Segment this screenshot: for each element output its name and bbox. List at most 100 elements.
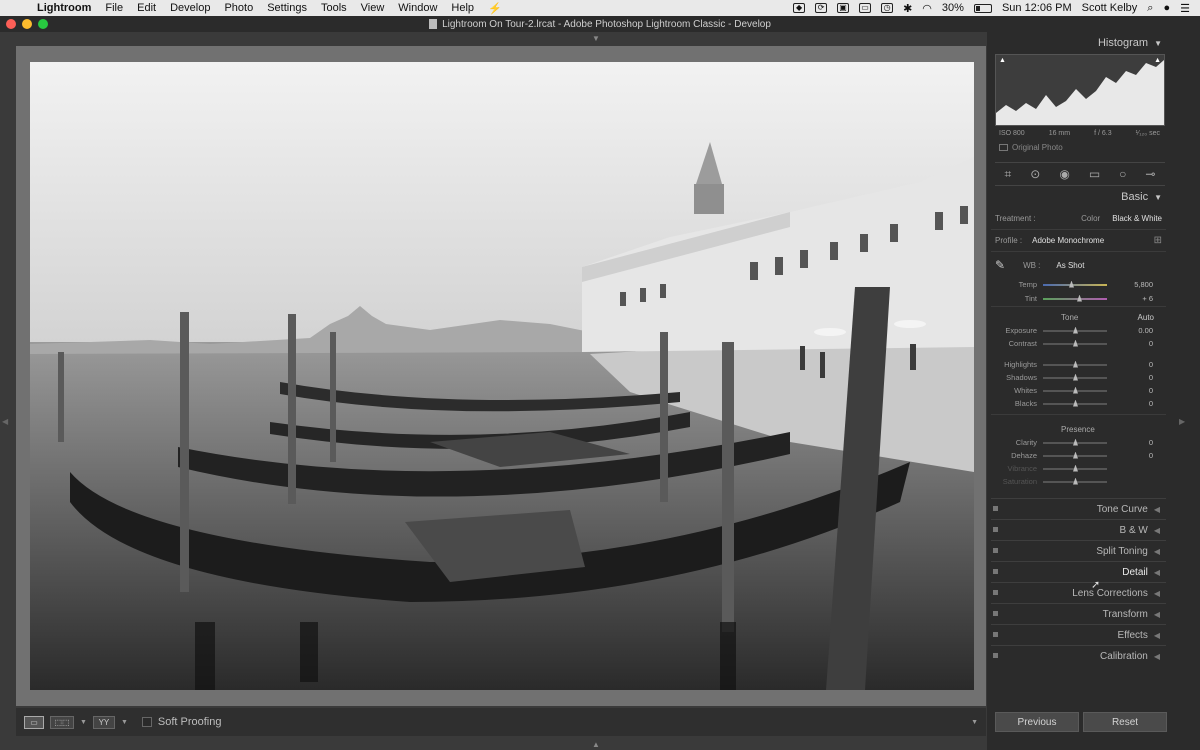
slider-knob[interactable] — [1073, 339, 1078, 347]
histogram-header[interactable]: Histogram ▼ — [991, 32, 1166, 54]
expand-right-edge-icon[interactable]: ▶ — [1179, 417, 1185, 426]
profile-browser-icon[interactable]: ⊞ — [1154, 235, 1162, 246]
panel-switch-icon[interactable] — [993, 569, 998, 574]
menu-develop[interactable]: Develop — [163, 2, 217, 14]
crop-tool-icon[interactable]: ⌗ — [1005, 167, 1012, 182]
presence-slider-saturation[interactable]: Saturation — [991, 475, 1166, 488]
collapse-top-panel-icon[interactable]: ▼ — [592, 34, 600, 43]
slider-track[interactable] — [1043, 339, 1107, 347]
graduated-filter-icon[interactable]: ▭ — [1089, 167, 1100, 181]
slider-knob[interactable] — [1073, 451, 1078, 459]
activity-icon[interactable]: ⚡ — [481, 2, 509, 15]
before-after-dropdown-icon[interactable]: ▼ — [80, 719, 87, 726]
menu-window[interactable]: Window — [391, 2, 444, 14]
panel-switch-icon[interactable] — [993, 527, 998, 532]
slider-value[interactable]: 0.00 — [1107, 326, 1153, 335]
slider-value[interactable]: 0 — [1107, 399, 1153, 408]
app-status-icon[interactable]: ▣ — [837, 3, 850, 13]
slider-knob[interactable] — [1073, 326, 1078, 334]
slider-knob[interactable] — [1073, 373, 1078, 381]
temp-value[interactable]: 5,800 — [1107, 280, 1153, 289]
slider-value[interactable]: 0 — [1107, 386, 1153, 395]
panel-switch-icon[interactable] — [993, 611, 998, 616]
profile-dropdown[interactable]: Adobe Monochrome — [1032, 236, 1104, 245]
siri-icon[interactable]: ● — [1163, 2, 1170, 14]
loupe-view-button[interactable]: ▭ — [24, 715, 44, 729]
slider-track[interactable] — [1043, 326, 1107, 334]
toolbar-options-icon[interactable]: ▼ — [971, 719, 978, 726]
basic-collapse-icon[interactable]: ▼ — [1154, 193, 1162, 202]
panel-switch-icon[interactable] — [993, 653, 998, 658]
slider-value[interactable]: 0 — [1107, 360, 1153, 369]
tone-slider-exposure[interactable]: Exposure 0.00 — [991, 324, 1166, 337]
close-window-button[interactable] — [6, 19, 16, 29]
slider-knob[interactable] — [1073, 477, 1078, 485]
panel-lens-corrections[interactable]: Lens Corrections ◀ — [991, 582, 1166, 603]
tone-slider-shadows[interactable]: Shadows 0 — [991, 371, 1166, 384]
slider-value[interactable]: 0 — [1107, 373, 1153, 382]
auto-tone-button[interactable]: Auto — [1138, 313, 1154, 322]
slider-knob[interactable] — [1073, 399, 1078, 407]
slider-track[interactable] — [1043, 477, 1107, 485]
panel-bw[interactable]: B & W ◀ — [991, 519, 1166, 540]
zoom-window-button[interactable] — [38, 19, 48, 29]
treatment-bw-option[interactable]: Black & White — [1112, 214, 1162, 223]
histogram-graph[interactable]: ▲ ▲ — [995, 54, 1165, 126]
tone-slider-contrast[interactable]: Contrast 0 — [991, 337, 1166, 350]
slider-value[interactable]: 0 — [1107, 451, 1153, 460]
histogram-collapse-icon[interactable]: ▼ — [1154, 39, 1162, 48]
menu-photo[interactable]: Photo — [217, 2, 260, 14]
panel-switch-icon[interactable] — [993, 590, 998, 595]
collapse-filmstrip-icon[interactable]: ▲ — [592, 740, 600, 749]
wb-dropdown[interactable]: As Shot — [1056, 261, 1084, 270]
red-eye-icon[interactable]: ◉ — [1059, 167, 1069, 181]
menu-view[interactable]: View — [354, 2, 392, 14]
panel-split-toning[interactable]: Split Toning ◀ — [991, 540, 1166, 561]
temp-knob[interactable] — [1069, 280, 1074, 288]
basic-panel-header[interactable]: Basic ▼ — [991, 186, 1166, 208]
temp-track[interactable] — [1043, 280, 1107, 288]
panel-effects[interactable]: Effects ◀ — [991, 624, 1166, 645]
panel-calibration[interactable]: Calibration ◀ — [991, 645, 1166, 666]
user-name[interactable]: Scott Kelby — [1082, 2, 1138, 14]
menu-tools[interactable]: Tools — [314, 2, 354, 14]
panel-switch-icon[interactable] — [993, 632, 998, 637]
tint-value[interactable]: + 6 — [1107, 294, 1153, 303]
previous-button[interactable]: Previous — [995, 712, 1079, 732]
slider-knob[interactable] — [1073, 386, 1078, 394]
presence-slider-clarity[interactable]: Clarity 0 — [991, 436, 1166, 449]
time-machine-icon[interactable]: ◷ — [881, 3, 894, 13]
tint-slider[interactable]: Tint + 6 — [991, 291, 1166, 307]
shadow-clipping-icon[interactable]: ▲ — [999, 57, 1006, 64]
tint-track[interactable] — [1043, 294, 1107, 302]
photo-gondolas-venice[interactable] — [30, 62, 974, 690]
slider-knob[interactable] — [1073, 360, 1078, 368]
menu-settings[interactable]: Settings — [260, 2, 314, 14]
slider-knob[interactable] — [1073, 464, 1078, 472]
dropbox-icon[interactable]: ◆ — [793, 3, 806, 13]
expand-left-panel-icon[interactable]: ◀ — [2, 417, 8, 426]
slider-track[interactable] — [1043, 438, 1107, 446]
presence-slider-vibrance[interactable]: Vibrance — [991, 462, 1166, 475]
spot-removal-icon[interactable]: ⊙ — [1030, 167, 1040, 181]
menu-edit[interactable]: Edit — [130, 2, 163, 14]
tone-slider-whites[interactable]: Whites 0 — [991, 384, 1166, 397]
notification-center-icon[interactable]: ☰ — [1180, 2, 1190, 15]
slider-value[interactable]: 0 — [1107, 438, 1153, 447]
slider-track[interactable] — [1043, 373, 1107, 381]
slider-track[interactable] — [1043, 360, 1107, 368]
slider-track[interactable] — [1043, 451, 1107, 459]
slider-value[interactable]: 0 — [1107, 339, 1153, 348]
slider-track[interactable] — [1043, 386, 1107, 394]
highlight-clipping-icon[interactable]: ▲ — [1154, 57, 1161, 64]
screen-icon[interactable]: ▭ — [859, 3, 872, 13]
tone-slider-blacks[interactable]: Blacks 0 — [991, 397, 1166, 410]
slider-knob[interactable] — [1073, 438, 1078, 446]
tint-knob[interactable] — [1077, 294, 1082, 302]
temp-slider[interactable]: Temp 5,800 — [991, 278, 1166, 291]
wifi-icon[interactable]: ◠ — [922, 2, 932, 15]
panel-transform[interactable]: Transform ◀ — [991, 603, 1166, 624]
presence-slider-dehaze[interactable]: Dehaze 0 — [991, 449, 1166, 462]
panel-switch-icon[interactable] — [993, 548, 998, 553]
menu-file[interactable]: File — [98, 2, 130, 14]
